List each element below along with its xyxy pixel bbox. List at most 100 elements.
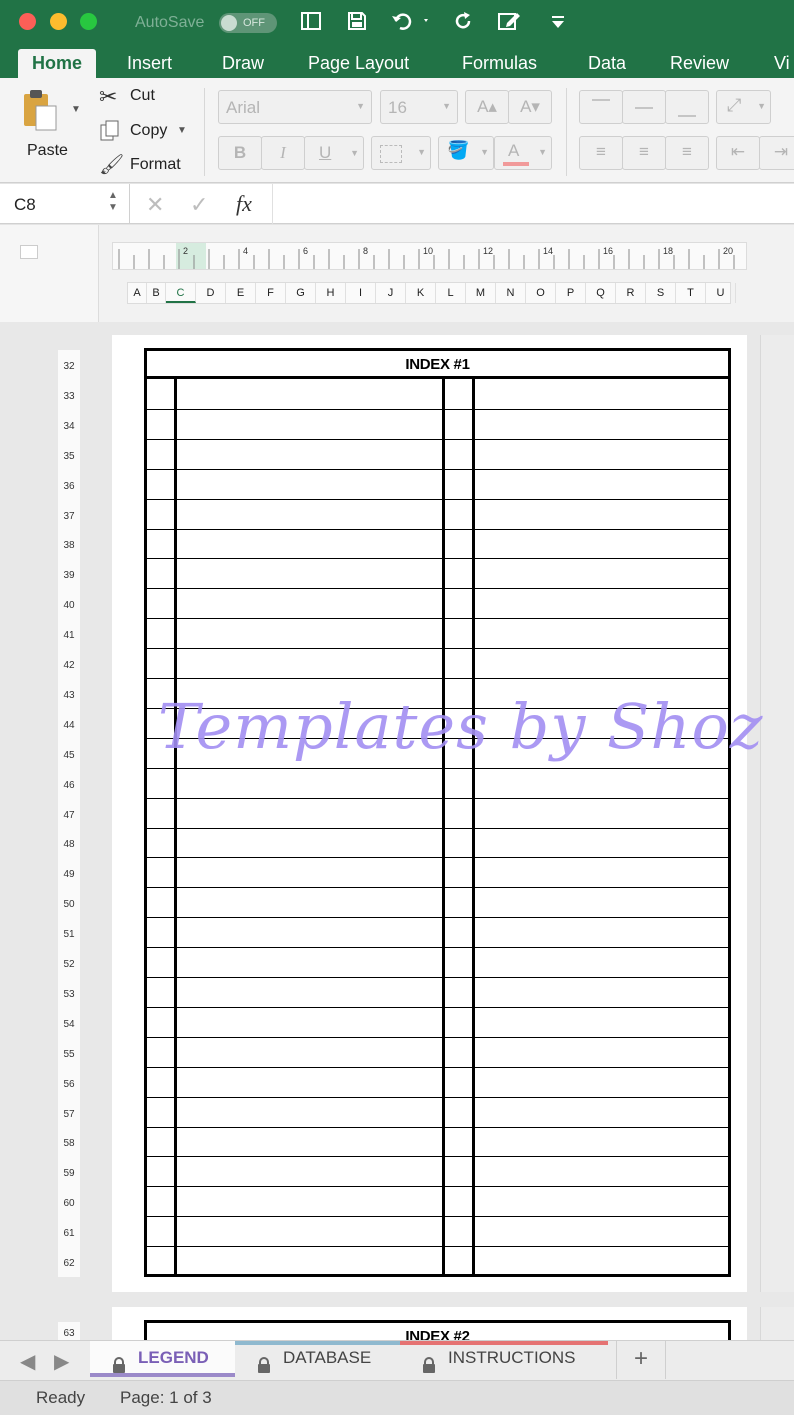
tab-insert[interactable]: Insert <box>127 49 172 78</box>
row-header[interactable]: 57 <box>58 1097 80 1128</box>
font-color-button[interactable]: A ▼ <box>494 136 552 170</box>
row-header[interactable]: 52 <box>58 948 80 978</box>
row-header[interactable]: 63 <box>58 1322 80 1340</box>
cancel-icon[interactable]: ✕ <box>146 192 164 218</box>
row-header[interactable]: 43 <box>58 678 80 709</box>
name-box[interactable]: C8 ▲ ▼ <box>0 184 130 224</box>
tab-draw[interactable]: Draw <box>222 49 264 78</box>
column-header-l[interactable]: L <box>436 283 466 303</box>
column-header-o[interactable]: O <box>526 283 556 303</box>
row-header[interactable]: 62 <box>58 1247 80 1277</box>
row-header[interactable]: 36 <box>58 469 80 500</box>
previous-sheet-icon[interactable]: ◀ <box>20 1349 35 1374</box>
zoom-window-button[interactable] <box>80 13 97 30</box>
column-header-r[interactable]: R <box>616 283 646 303</box>
align-right-button[interactable]: ≡ <box>665 136 709 170</box>
autosave-toggle[interactable]: OFF <box>219 13 277 33</box>
borders-button[interactable]: ▼ <box>371 136 431 170</box>
paste-button[interactable]: Paste <box>27 142 68 160</box>
row-header[interactable]: 45 <box>58 738 80 769</box>
column-header-p[interactable]: P <box>556 283 586 303</box>
row-header[interactable]: 41 <box>58 619 80 650</box>
cut-button[interactable]: Cut <box>130 87 155 105</box>
bold-button[interactable]: B <box>218 136 262 170</box>
close-window-button[interactable] <box>19 13 36 30</box>
row-header[interactable]: 54 <box>58 1007 80 1038</box>
paste-icon[interactable] <box>20 88 60 137</box>
row-header[interactable]: 42 <box>58 649 80 679</box>
column-header-b[interactable]: B <box>147 283 166 303</box>
tab-review[interactable]: Review <box>670 49 729 78</box>
row-header[interactable]: 47 <box>58 798 80 829</box>
edit-icon[interactable] <box>497 10 525 38</box>
undo-icon[interactable] <box>390 10 430 38</box>
sheet-tab-legend[interactable]: LEGEND <box>90 1341 235 1377</box>
align-middle-button[interactable] <box>622 90 666 124</box>
row-header[interactable]: 56 <box>58 1067 80 1098</box>
name-box-stepper-icon[interactable]: ▲ ▼ <box>108 190 118 214</box>
formula-input[interactable] <box>272 184 792 224</box>
column-header-h[interactable]: H <box>316 283 346 303</box>
paste-dropdown-icon[interactable]: ▼ <box>71 104 81 115</box>
row-header[interactable]: 60 <box>58 1187 80 1218</box>
font-name-select[interactable]: Arial ▼ <box>218 90 372 124</box>
column-header-t[interactable]: T <box>676 283 706 303</box>
row-header[interactable]: 35 <box>58 439 80 470</box>
select-all-corner[interactable] <box>0 225 99 322</box>
increase-font-size-button[interactable]: A▴ <box>465 90 509 124</box>
copy-dropdown-icon[interactable]: ▼ <box>177 125 187 136</box>
increase-indent-button[interactable]: ⇥ <box>759 136 794 170</box>
row-header[interactable]: 50 <box>58 888 80 919</box>
align-bottom-button[interactable] <box>665 90 709 124</box>
row-header[interactable]: 51 <box>58 918 80 949</box>
sidebar-toggle-icon[interactable] <box>300 10 322 38</box>
format-painter-button[interactable]: Format <box>130 156 181 174</box>
row-header[interactable]: 46 <box>58 768 80 799</box>
underline-button[interactable]: U ▼ <box>304 136 364 170</box>
column-header-k[interactable]: K <box>406 283 436 303</box>
font-size-select[interactable]: 16 ▼ <box>380 90 458 124</box>
row-header[interactable]: 37 <box>58 499 80 530</box>
row-header[interactable]: 44 <box>58 708 80 739</box>
column-header-u[interactable]: U <box>706 283 736 303</box>
column-header-g[interactable]: G <box>286 283 316 303</box>
copy-button[interactable]: Copy <box>130 122 167 140</box>
row-header[interactable]: 53 <box>58 977 80 1008</box>
align-top-button[interactable] <box>579 90 623 124</box>
enter-icon[interactable]: ✓ <box>190 192 208 218</box>
row-header[interactable]: 33 <box>58 379 80 410</box>
row-header[interactable]: 55 <box>58 1037 80 1068</box>
save-icon[interactable] <box>346 10 368 38</box>
italic-button[interactable]: I <box>261 136 305 170</box>
align-center-button[interactable]: ≡ <box>622 136 666 170</box>
decrease-font-size-button[interactable]: A▾ <box>508 90 552 124</box>
row-header[interactable]: 40 <box>58 589 80 620</box>
row-header[interactable]: 48 <box>58 828 80 859</box>
add-sheet-button[interactable]: + <box>616 1341 666 1379</box>
tab-view[interactable]: Vi <box>774 49 790 78</box>
tab-formulas[interactable]: Formulas <box>462 49 537 78</box>
column-header-i[interactable]: I <box>346 283 376 303</box>
column-header-e[interactable]: E <box>226 283 256 303</box>
column-header-m[interactable]: M <box>466 283 496 303</box>
column-header-n[interactable]: N <box>496 283 526 303</box>
next-sheet-icon[interactable]: ▶ <box>54 1349 69 1374</box>
column-header-a[interactable]: A <box>128 283 147 303</box>
column-header-q[interactable]: Q <box>586 283 616 303</box>
column-header-s[interactable]: S <box>646 283 676 303</box>
sheet-tab-database[interactable]: DATABASE <box>235 1341 400 1377</box>
minimize-window-button[interactable] <box>50 13 67 30</box>
row-header[interactable]: 38 <box>58 529 80 560</box>
insert-function-icon[interactable]: fx <box>236 191 252 217</box>
column-header-c[interactable]: C <box>166 283 196 303</box>
row-header[interactable]: 59 <box>58 1157 80 1188</box>
row-header[interactable]: 58 <box>58 1127 80 1158</box>
row-header[interactable]: 34 <box>58 409 80 440</box>
column-header-j[interactable]: J <box>376 283 406 303</box>
align-left-button[interactable]: ≡ <box>579 136 623 170</box>
orientation-button[interactable]: ⤢ ▼ <box>716 90 771 124</box>
customize-toolbar-icon[interactable] <box>550 10 566 38</box>
row-header[interactable]: 32 <box>58 350 80 380</box>
decrease-indent-button[interactable]: ⇤ <box>716 136 760 170</box>
redo-icon[interactable] <box>453 10 475 38</box>
